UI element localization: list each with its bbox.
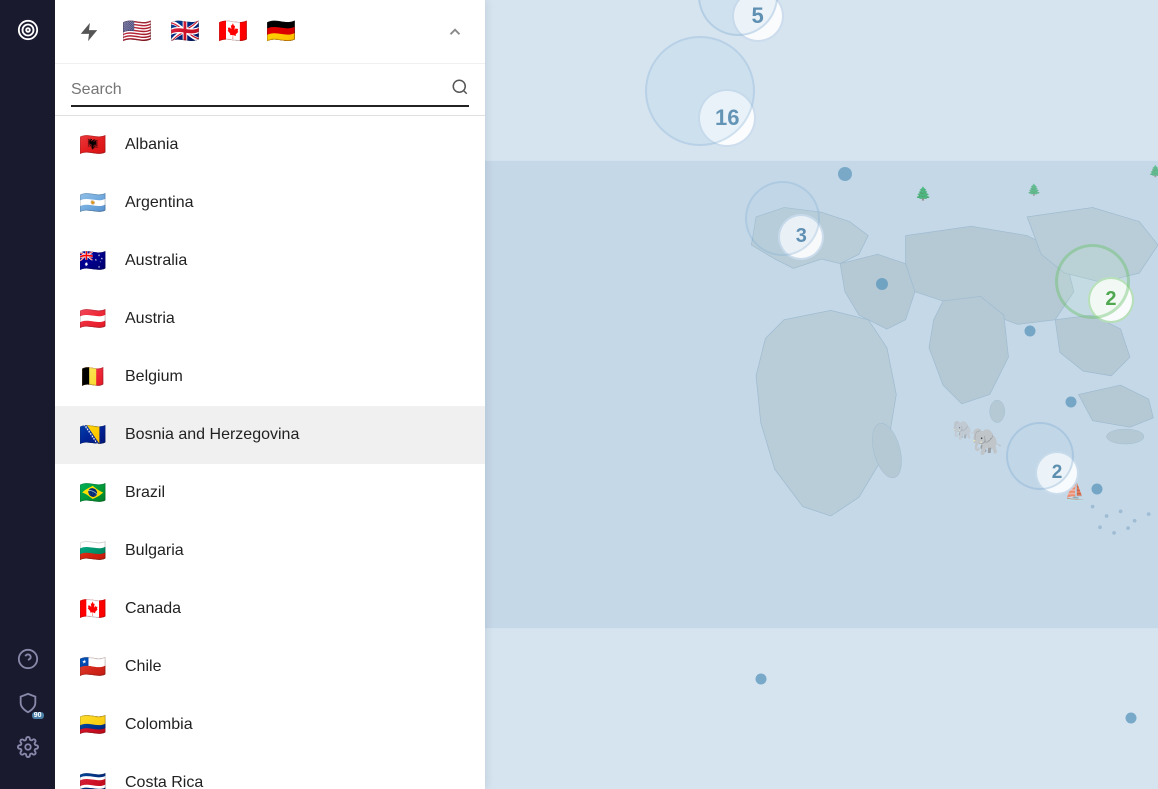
marker-dot-2	[876, 278, 888, 290]
marker-dot-3	[1025, 326, 1036, 337]
country-name-belgium: Belgium	[125, 368, 183, 386]
collapse-button[interactable]	[441, 18, 469, 46]
country-name-brazil: Brazil	[125, 484, 165, 502]
search-icon[interactable]	[451, 78, 469, 101]
country-flag-chile: 🇨🇱	[75, 649, 111, 685]
search-area	[55, 64, 485, 116]
svg-text:🐘: 🐘	[971, 427, 1004, 457]
marker-2-green[interactable]: 2	[1088, 277, 1134, 323]
country-name-albania: Albania	[125, 136, 178, 154]
country-name-colombia: Colombia	[125, 716, 193, 734]
marker-dot-5	[1092, 484, 1103, 495]
icon-bar: 90	[0, 0, 55, 789]
country-name-chile: Chile	[125, 658, 161, 676]
country-item-chile[interactable]: 🇨🇱 Chile	[55, 638, 485, 696]
country-item-costa-rica[interactable]: 🇨🇷 Costa Rica	[55, 754, 485, 789]
country-name-bosnia: Bosnia and Herzegovina	[125, 426, 299, 444]
svg-text:🌲: 🌲	[915, 186, 931, 201]
flag-us-item[interactable]: 🇺🇸	[119, 14, 155, 50]
map-area: 🐘 🐘 ⛵ 🌲 🌲 🌲 5 16 3	[485, 0, 1158, 789]
country-flag-bulgaria: 🇧🇬	[75, 533, 111, 569]
marker-2-blue[interactable]: 2	[1035, 451, 1079, 495]
country-item-australia[interactable]: 🇦🇺 Australia	[55, 232, 485, 290]
marker-5[interactable]: 5	[732, 0, 784, 42]
country-name-austria: Austria	[125, 310, 175, 328]
settings-icon[interactable]	[10, 729, 46, 765]
country-flag-argentina: 🇦🇷	[75, 185, 111, 221]
country-list: 🇦🇱 Albania 🇦🇷 Argentina 🇦🇺 Australia 🇦🇹 Austria…	[55, 116, 485, 789]
country-item-albania[interactable]: 🇦🇱 Albania	[55, 116, 485, 174]
country-name-australia: Australia	[125, 252, 187, 270]
marker-16[interactable]: 16	[698, 89, 756, 147]
country-item-austria[interactable]: 🇦🇹 Austria	[55, 290, 485, 348]
country-item-bosnia[interactable]: 🇧🇦 Bosnia and Herzegovina	[55, 406, 485, 464]
country-flag-colombia: 🇨🇴	[75, 707, 111, 743]
flag-gb-item[interactable]: 🇬🇧	[167, 14, 203, 50]
country-name-costa-rica: Costa Rica	[125, 774, 203, 789]
shield-icon[interactable]: 90	[10, 685, 46, 721]
country-flag-austria: 🇦🇹	[75, 301, 111, 337]
help-icon[interactable]	[10, 641, 46, 677]
country-item-colombia[interactable]: 🇨🇴 Colombia	[55, 696, 485, 754]
country-flag-belgium: 🇧🇪	[75, 359, 111, 395]
country-item-argentina[interactable]: 🇦🇷 Argentina	[55, 174, 485, 232]
target-icon[interactable]	[10, 12, 46, 48]
lightning-icon[interactable]	[71, 14, 107, 50]
country-flag-australia: 🇦🇺	[75, 243, 111, 279]
country-flag-bosnia: 🇧🇦	[75, 417, 111, 453]
country-item-belgium[interactable]: 🇧🇪 Belgium	[55, 348, 485, 406]
marker-dot-6	[755, 673, 766, 684]
marker-dot-7	[1126, 712, 1137, 723]
search-bar	[71, 78, 469, 107]
search-input[interactable]	[71, 81, 445, 99]
marker-3[interactable]: 3	[778, 214, 824, 260]
flag-de-item[interactable]: 🇩🇪	[263, 14, 299, 50]
svg-text:🐘: 🐘	[952, 420, 975, 441]
country-item-canada[interactable]: 🇨🇦 Canada	[55, 580, 485, 638]
country-flag-albania: 🇦🇱	[75, 127, 111, 163]
flag-ca-item[interactable]: 🇨🇦	[215, 14, 251, 50]
world-map: 🐘 🐘 ⛵ 🌲 🌲 🌲	[485, 0, 1158, 789]
country-name-argentina: Argentina	[125, 194, 194, 212]
country-panel: 🇺🇸 🇬🇧 🇨🇦 🇩🇪 🇦🇱 Albania 🇦🇷 Argentina 🇦🇺 Austra…	[55, 0, 485, 789]
country-flag-costa-rica: 🇨🇷	[75, 765, 111, 789]
country-item-bulgaria[interactable]: 🇧🇬 Bulgaria	[55, 522, 485, 580]
country-item-brazil[interactable]: 🇧🇷 Brazil	[55, 464, 485, 522]
marker-dot-1	[838, 167, 852, 181]
country-flag-brazil: 🇧🇷	[75, 475, 111, 511]
marker-dot-4	[1065, 397, 1076, 408]
country-name-canada: Canada	[125, 600, 181, 618]
country-name-bulgaria: Bulgaria	[125, 542, 184, 560]
svg-text:🌲: 🌲	[1027, 183, 1041, 197]
svg-text:🌲: 🌲	[1149, 164, 1158, 178]
flag-bar: 🇺🇸 🇬🇧 🇨🇦 🇩🇪	[55, 0, 485, 64]
country-flag-canada: 🇨🇦	[75, 591, 111, 627]
